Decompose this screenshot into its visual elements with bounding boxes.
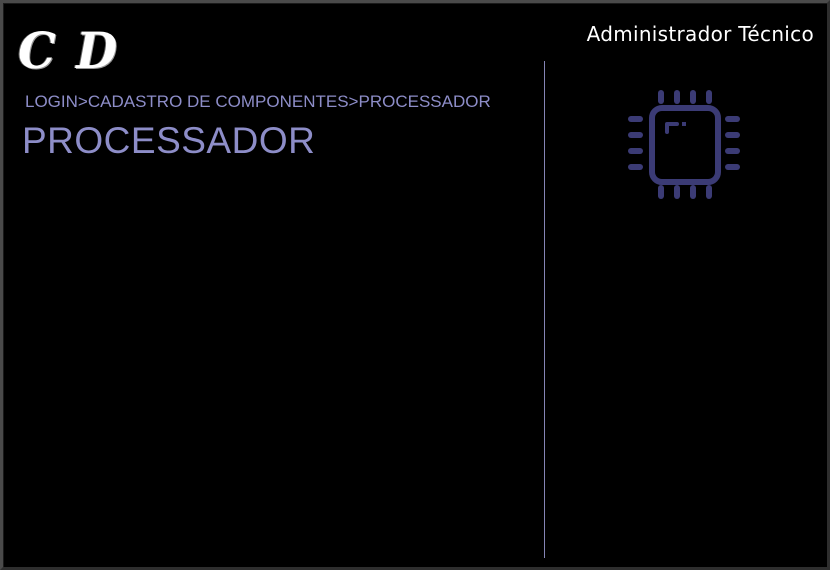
breadcrumb-item-login[interactable]: LOGIN	[25, 92, 78, 111]
page-title: PROCESSADOR	[22, 120, 316, 161]
cpu-chip-icon	[628, 90, 740, 199]
user-role-label: Administrador Técnico	[586, 22, 814, 46]
breadcrumb-item-cadastro-de-componentes[interactable]: CADASTRO DE COMPONENTES	[88, 92, 349, 111]
breadcrumb-item-processador: PROCESSADOR	[358, 92, 491, 111]
logo-letter-c: C	[17, 21, 56, 80]
breadcrumb-separator: >	[77, 92, 88, 111]
logo-letter-d: D	[75, 21, 118, 80]
vertical-divider	[544, 61, 545, 558]
breadcrumb: LOGIN>CADASTRO DE COMPONENTES>PROCESSADO…	[25, 92, 491, 112]
breadcrumb-separator: >	[348, 92, 359, 111]
app-window: C D Administrador Técnico LOGIN>CADASTRO…	[0, 0, 830, 570]
app-logo: C D	[17, 21, 118, 81]
